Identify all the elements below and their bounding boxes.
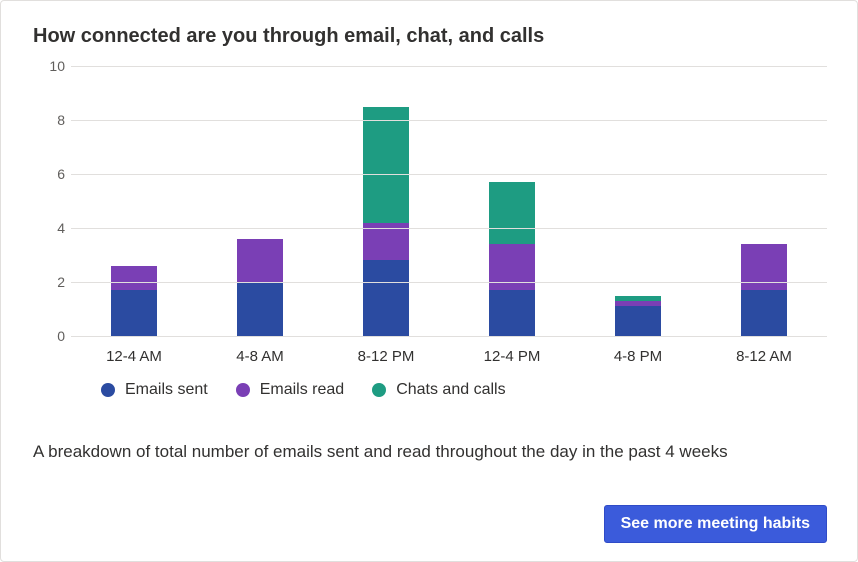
bar-segment-chats (489, 182, 535, 244)
x-tick-label: 8-12 AM (719, 348, 809, 365)
x-tick-label: 12-4 PM (467, 348, 557, 365)
bar-segment-sent (237, 282, 283, 336)
legend-label-sent: Emails sent (125, 381, 208, 399)
bars-container (71, 66, 827, 336)
stacked-bar-chart: 0246810 (71, 66, 827, 336)
gridline (71, 66, 827, 67)
bar (111, 266, 157, 336)
bar (237, 239, 283, 336)
gridline (71, 336, 827, 337)
y-tick-label: 0 (57, 328, 65, 344)
card-description: A breakdown of total number of emails se… (33, 441, 813, 464)
legend-label-chats: Chats and calls (396, 381, 505, 399)
x-tick-label: 4-8 PM (593, 348, 683, 365)
bar-segment-read (237, 239, 283, 282)
bar-segment-read (111, 266, 157, 290)
gridline (71, 120, 827, 121)
bar (489, 182, 535, 336)
bar-segment-sent (615, 306, 661, 336)
y-tick-label: 10 (49, 58, 65, 74)
gridline (71, 174, 827, 175)
legend: Emails sent Emails read Chats and calls (101, 381, 827, 399)
bar-segment-sent (363, 260, 409, 336)
bar-segment-sent (741, 290, 787, 336)
bar-segment-read (741, 244, 787, 290)
see-more-meeting-habits-button[interactable]: See more meeting habits (604, 505, 827, 543)
bar-segment-sent (489, 290, 535, 336)
bar-segment-sent (111, 290, 157, 336)
insights-card: How connected are you through email, cha… (0, 0, 858, 562)
x-axis: 12-4 AM 4-8 AM 8-12 PM 12-4 PM 4-8 PM 8-12 AM (71, 348, 827, 365)
legend-label-read: Emails read (260, 381, 344, 399)
y-tick-label: 4 (57, 220, 65, 236)
bar (615, 296, 661, 336)
bar-segment-chats (363, 107, 409, 223)
x-tick-label: 12-4 AM (89, 348, 179, 365)
legend-item-chats: Chats and calls (372, 381, 505, 399)
x-tick-label: 8-12 PM (341, 348, 431, 365)
y-tick-label: 2 (57, 274, 65, 290)
x-tick-label: 4-8 AM (215, 348, 305, 365)
gridline (71, 228, 827, 229)
y-axis: 0246810 (35, 66, 71, 336)
legend-swatch-sent (101, 383, 115, 397)
bar (741, 244, 787, 336)
gridline (71, 282, 827, 283)
bar-segment-read (489, 244, 535, 290)
y-tick-label: 6 (57, 166, 65, 182)
y-tick-label: 8 (57, 112, 65, 128)
legend-item-read: Emails read (236, 381, 344, 399)
bar (363, 107, 409, 336)
legend-swatch-read (236, 383, 250, 397)
card-title: How connected are you through email, cha… (33, 25, 827, 48)
legend-swatch-chats (372, 383, 386, 397)
legend-item-sent: Emails sent (101, 381, 208, 399)
